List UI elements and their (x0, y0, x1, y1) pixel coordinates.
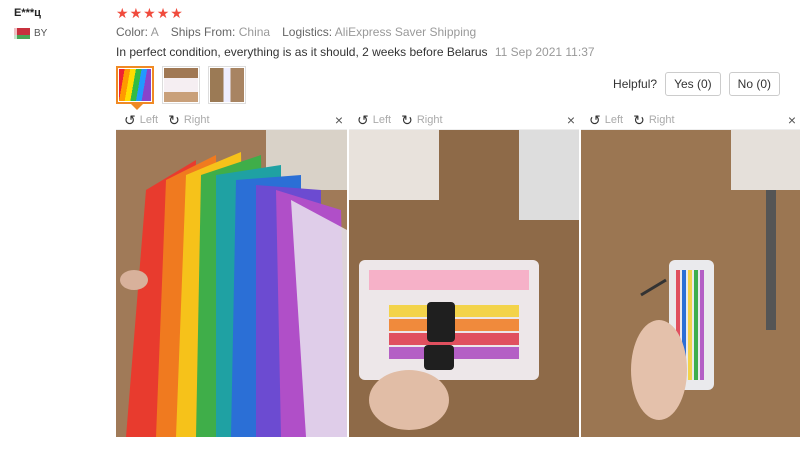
rotate-right-label[interactable]: Right (184, 114, 210, 126)
close-icon[interactable]: × (788, 112, 796, 128)
image-viewer-2: ↺ Left ↻ Right × (349, 111, 579, 437)
review-text: In perfect condition, everything is as i… (116, 45, 488, 59)
rotate-right-icon[interactable]: ↻ (168, 112, 180, 129)
logistics-value: AliExpress Saver Shipping (334, 25, 477, 39)
close-icon[interactable]: × (335, 112, 343, 128)
rotate-left-icon[interactable]: ↺ (357, 112, 369, 129)
thumbnail-3[interactable] (208, 66, 246, 104)
no-button[interactable]: No (0) (728, 72, 780, 96)
reviewer-country: BY (14, 28, 47, 39)
rotate-left-icon[interactable]: ↺ (124, 112, 136, 129)
star-icon: ★ (143, 5, 156, 21)
rotate-left-label[interactable]: Left (140, 114, 158, 126)
close-icon[interactable]: × (567, 112, 575, 128)
review-photo-folder-closed (349, 130, 579, 437)
rotate-right-icon[interactable]: ↻ (401, 112, 413, 129)
review-photo-folder-side (581, 130, 800, 437)
review-date: 11 Sep 2021 11:37 (494, 45, 595, 59)
viewer-toolbar: ↺ Left ↻ Right × (116, 111, 347, 130)
thumbnail-image (164, 68, 198, 102)
image-viewer-3: ↺ Left ↻ Right × (581, 111, 800, 437)
active-caret-icon (131, 104, 143, 110)
rotate-left-label[interactable]: Left (605, 114, 623, 126)
image-viewer-1: ↺ Left ↻ Right × (116, 111, 347, 437)
helpful-label: Helpful? (613, 77, 658, 91)
star-icon: ★ (116, 5, 129, 21)
ships-label: Ships From: (170, 25, 236, 39)
order-attributes: Color: A Ships From: China Logistics: Al… (116, 25, 476, 39)
star-rating: ★ ★ ★ ★ ★ (116, 6, 183, 20)
ships-attr: Ships From: China (171, 25, 270, 39)
thumbnail-2[interactable] (162, 66, 200, 104)
color-label: Color: (116, 25, 149, 39)
yes-button[interactable]: Yes (0) (665, 72, 721, 96)
belarus-flag-icon (14, 28, 30, 39)
helpful-vote: Helpful? Yes (0) No (0) (613, 72, 780, 96)
review-photo-rainbow-folder (116, 130, 347, 437)
star-icon: ★ (129, 5, 143, 21)
rotate-left-icon[interactable]: ↺ (589, 112, 601, 129)
rotate-left-label[interactable]: Left (373, 114, 391, 126)
review-text-row: In perfect condition, everything is as i… (116, 45, 595, 59)
rotate-right-label[interactable]: Right (417, 114, 443, 126)
logistics-label: Logistics: (282, 25, 333, 39)
color-attr: Color: A (116, 25, 159, 39)
viewer-toolbar: ↺ Left ↻ Right × (581, 111, 800, 130)
rotate-right-label[interactable]: Right (649, 114, 675, 126)
thumbnail-image (210, 68, 244, 102)
logistics-attr: Logistics: AliExpress Saver Shipping (282, 25, 476, 39)
rotate-right-icon[interactable]: ↻ (633, 112, 645, 129)
thumbnail-1[interactable] (116, 66, 154, 110)
review-thumbnails (116, 66, 246, 110)
thumbnail-image (119, 69, 151, 101)
star-icon: ★ (170, 5, 183, 21)
ships-value: China (238, 25, 271, 39)
viewer-toolbar: ↺ Left ↻ Right × (349, 111, 579, 130)
country-code: BY (34, 28, 48, 39)
reviewer-name: E***ц (14, 7, 41, 19)
color-value: A (150, 25, 159, 39)
star-icon: ★ (156, 5, 170, 21)
